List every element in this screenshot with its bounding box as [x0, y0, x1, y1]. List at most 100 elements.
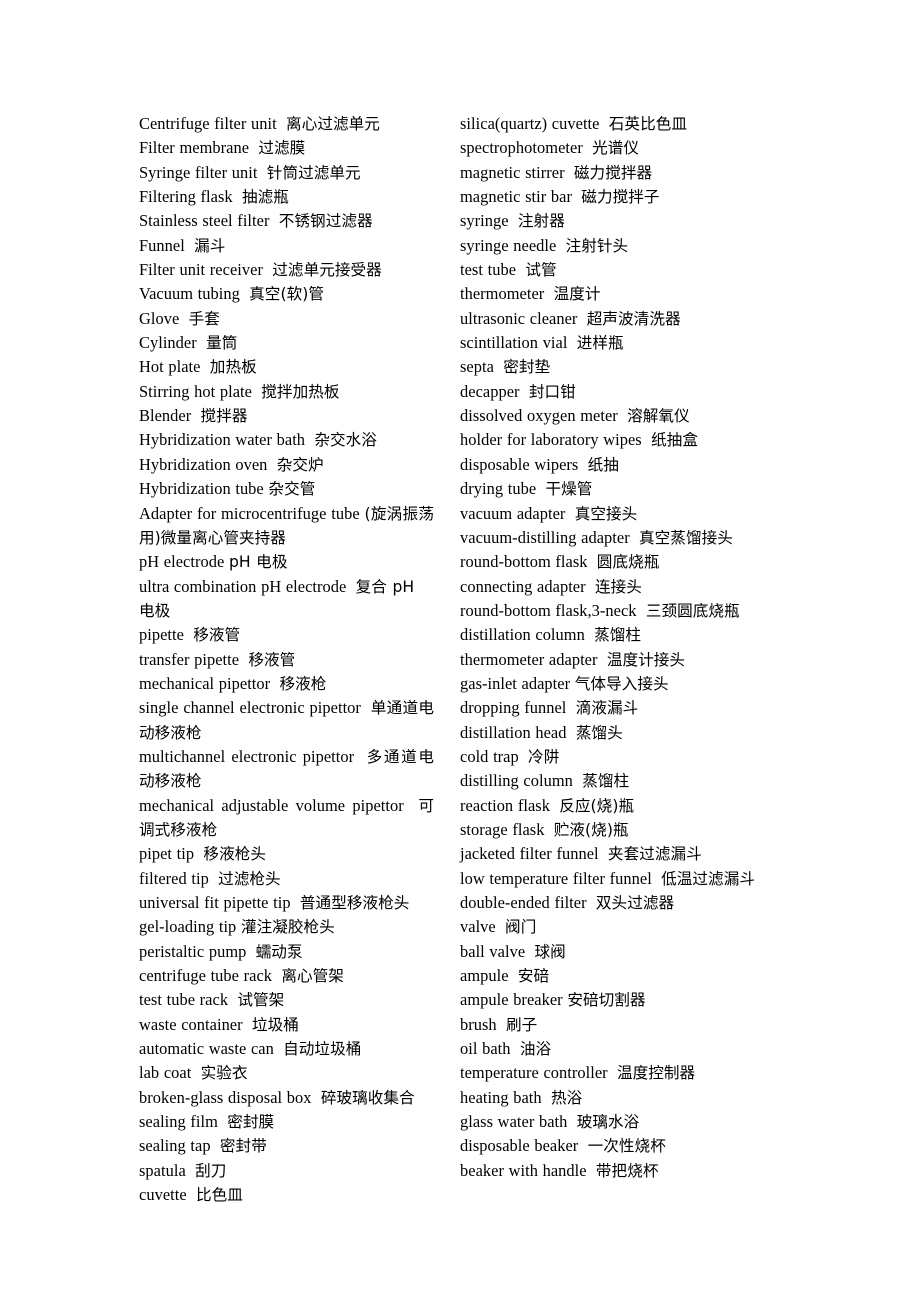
glossary-term-separator: [179, 309, 188, 328]
glossary-term-zh: 温度计: [553, 285, 601, 304]
glossary-entry: sealing film 密封膜: [139, 1110, 434, 1134]
glossary-term-en: thermometer adapter: [460, 649, 598, 669]
glossary-term-en: beaker with handle: [460, 1160, 587, 1180]
glossary-term-en: centrifuge tube rack: [139, 966, 273, 986]
glossary-entry: distilling column 蒸馏柱: [460, 769, 781, 793]
glossary-entry: Filtering flask 抽滤瓶: [139, 185, 434, 209]
glossary-entry: valve 阀门: [460, 915, 781, 939]
glossary-term-en: connecting adapter: [460, 576, 586, 596]
glossary-entry: holder for laboratory wipes 纸抽盒: [460, 428, 781, 452]
glossary-term-zh: 低温过滤漏斗: [661, 869, 755, 888]
glossary-term-zh: 过滤膜: [258, 139, 306, 158]
glossary-column-right: silica(quartz) cuvette 石英比色皿 spectrophoto…: [460, 112, 781, 1183]
glossary-term-separator: [312, 1088, 321, 1107]
glossary-entry: Funnel 漏斗: [139, 234, 434, 258]
glossary-term-en: magnetic stir bar: [460, 187, 572, 207]
glossary-term-separator: [269, 211, 278, 230]
glossary-term-separator: [542, 1088, 551, 1107]
glossary-entry: beaker with handle 带把烧杯: [460, 1159, 781, 1183]
glossary-term-en: round-bottom flask,3-neck: [460, 600, 637, 620]
glossary-term-zh: 加热板: [209, 358, 257, 377]
glossary-entry: mechanical pipettor 移液枪: [139, 672, 434, 696]
glossary-term-separator: [277, 114, 286, 133]
glossary-term-en: low temperature filter funnel: [460, 868, 652, 888]
glossary-term-zh: 过滤枪头: [218, 869, 281, 888]
glossary-term-en: Adapter for microcentrifuge tube: [139, 503, 360, 523]
glossary-entry: cold trap 冷阱: [460, 745, 781, 769]
glossary-term-zh: 试管: [525, 261, 557, 280]
glossary-entry: test tube rack 试管架: [139, 988, 434, 1012]
glossary-term-en: disposable wipers: [460, 454, 579, 474]
glossary-entry: magnetic stir bar 磁力搅拌子: [460, 185, 781, 209]
glossary-term-zh: 纸抽盒: [651, 431, 698, 450]
glossary-term-zh: 注射针头: [565, 236, 629, 255]
glossary-term-zh: 带把烧杯: [595, 1161, 659, 1180]
glossary-term-zh: 移液管: [193, 626, 241, 645]
glossary-entry: broken-glass disposal box 碎玻璃收集合: [139, 1086, 434, 1110]
glossary-term-en: magnetic stirrer: [460, 162, 565, 182]
glossary-term-zh: 量筒: [206, 334, 238, 353]
glossary-term-zh: 蒸馏柱: [594, 626, 642, 645]
glossary-entry: thermometer adapter 温度计接头: [460, 648, 781, 672]
glossary-term-zh: 离心过滤单元: [286, 115, 380, 133]
glossary-term-zh: 气体导入接头: [574, 674, 669, 693]
glossary-term-separator: [211, 1136, 220, 1155]
glossary-entry: lab coat 实验衣: [139, 1061, 434, 1085]
glossary-term-zh: 密封垫: [503, 358, 551, 377]
glossary-term-en: round-bottom flask: [460, 552, 588, 572]
glossary-term-en: Hybridization oven: [139, 454, 268, 474]
glossary-term-en: Filtering flask: [139, 187, 233, 207]
glossary-entry: double-ended filter 双头过滤器: [460, 891, 781, 915]
glossary-entry: multichannel electronic pipettor 多通道电动移液…: [139, 745, 434, 794]
glossary-term-en: filtered tip: [139, 868, 209, 888]
glossary-term-separator: [185, 236, 194, 255]
glossary-entry: magnetic stirrer 磁力搅拌器: [460, 161, 781, 185]
glossary-term-separator: [608, 1063, 617, 1082]
glossary-term-zh: pH 电极: [228, 553, 288, 572]
glossary-entry: single channel electronic pipettor 单通道电动…: [139, 696, 434, 745]
glossary-entry: glass water bath 玻璃水浴: [460, 1110, 781, 1134]
glossary-term-zh: 磁力搅拌器: [573, 163, 653, 182]
glossary-term-en: syringe: [460, 211, 509, 231]
glossary-entry: peristaltic pump 蠕动泵: [139, 940, 434, 964]
glossary-term-zh: 漏斗: [194, 236, 226, 255]
glossary-term-zh: 刷子: [505, 1015, 538, 1034]
glossary-term-zh: 干燥管: [545, 480, 593, 499]
glossary-term-en: Stainless steel filter: [139, 211, 270, 231]
glossary-term-zh: 温度计接头: [606, 650, 686, 669]
glossary-term-separator: [496, 917, 505, 936]
document-page: Centrifuge filter unit 离心过滤单元 Filter memb…: [0, 0, 920, 1302]
glossary-entry: decapper 封口钳: [460, 380, 781, 404]
glossary-term-zh: 连接头: [594, 577, 642, 596]
glossary-term-separator: [577, 309, 586, 328]
glossary-term-zh: 离心管架: [281, 967, 344, 986]
glossary-entry: Vacuum tubing 真空(软)管: [139, 282, 434, 306]
glossary-term-en: multichannel electronic pipettor: [139, 746, 355, 766]
glossary-term-en: test tube: [460, 260, 517, 280]
glossary-entry: Glove 手套: [139, 307, 434, 331]
glossary-term-en: Filter membrane: [139, 138, 250, 158]
glossary-entry: Hybridization tube 杂交管: [139, 477, 434, 501]
glossary-entry: ball valve 球阀: [460, 940, 781, 964]
glossary-term-en: jacketed filter funnel: [460, 844, 599, 864]
glossary-term-separator: [228, 990, 237, 1009]
glossary-term-separator: [587, 1161, 596, 1180]
glossary-entry: disposable wipers 纸抽: [460, 453, 781, 477]
glossary-term-en: drying tube: [460, 479, 537, 499]
glossary-term-zh: 密封带: [219, 1137, 267, 1156]
glossary-entry: vacuum-distilling adapter 真空蒸馏接头: [460, 526, 781, 550]
glossary-term-zh: 密封膜: [227, 1113, 275, 1132]
glossary-entry: round-bottom flask,3-neck 三颈圆底烧瓶: [460, 599, 781, 623]
glossary-term-en: Cylinder: [139, 333, 197, 353]
glossary-entry: gel-loading tip 灌注凝胶枪头: [139, 915, 434, 939]
glossary-term-separator: [243, 1015, 252, 1034]
glossary-entry: mechanical adjustable volume pipettor 可调…: [139, 794, 434, 843]
glossary-term-zh: 垃圾桶: [251, 1015, 299, 1034]
glossary-term-en: ball valve: [460, 941, 526, 961]
glossary-term-separator: [361, 698, 371, 717]
glossary-entry: dropping funnel 滴液漏斗: [460, 696, 781, 720]
glossary-term-separator: [630, 528, 639, 547]
glossary-term-en: ultra combination pH electrode: [139, 576, 347, 596]
glossary-term-zh: 不锈钢过滤器: [278, 212, 373, 231]
glossary-term-zh: 一次性烧杯: [587, 1137, 666, 1156]
